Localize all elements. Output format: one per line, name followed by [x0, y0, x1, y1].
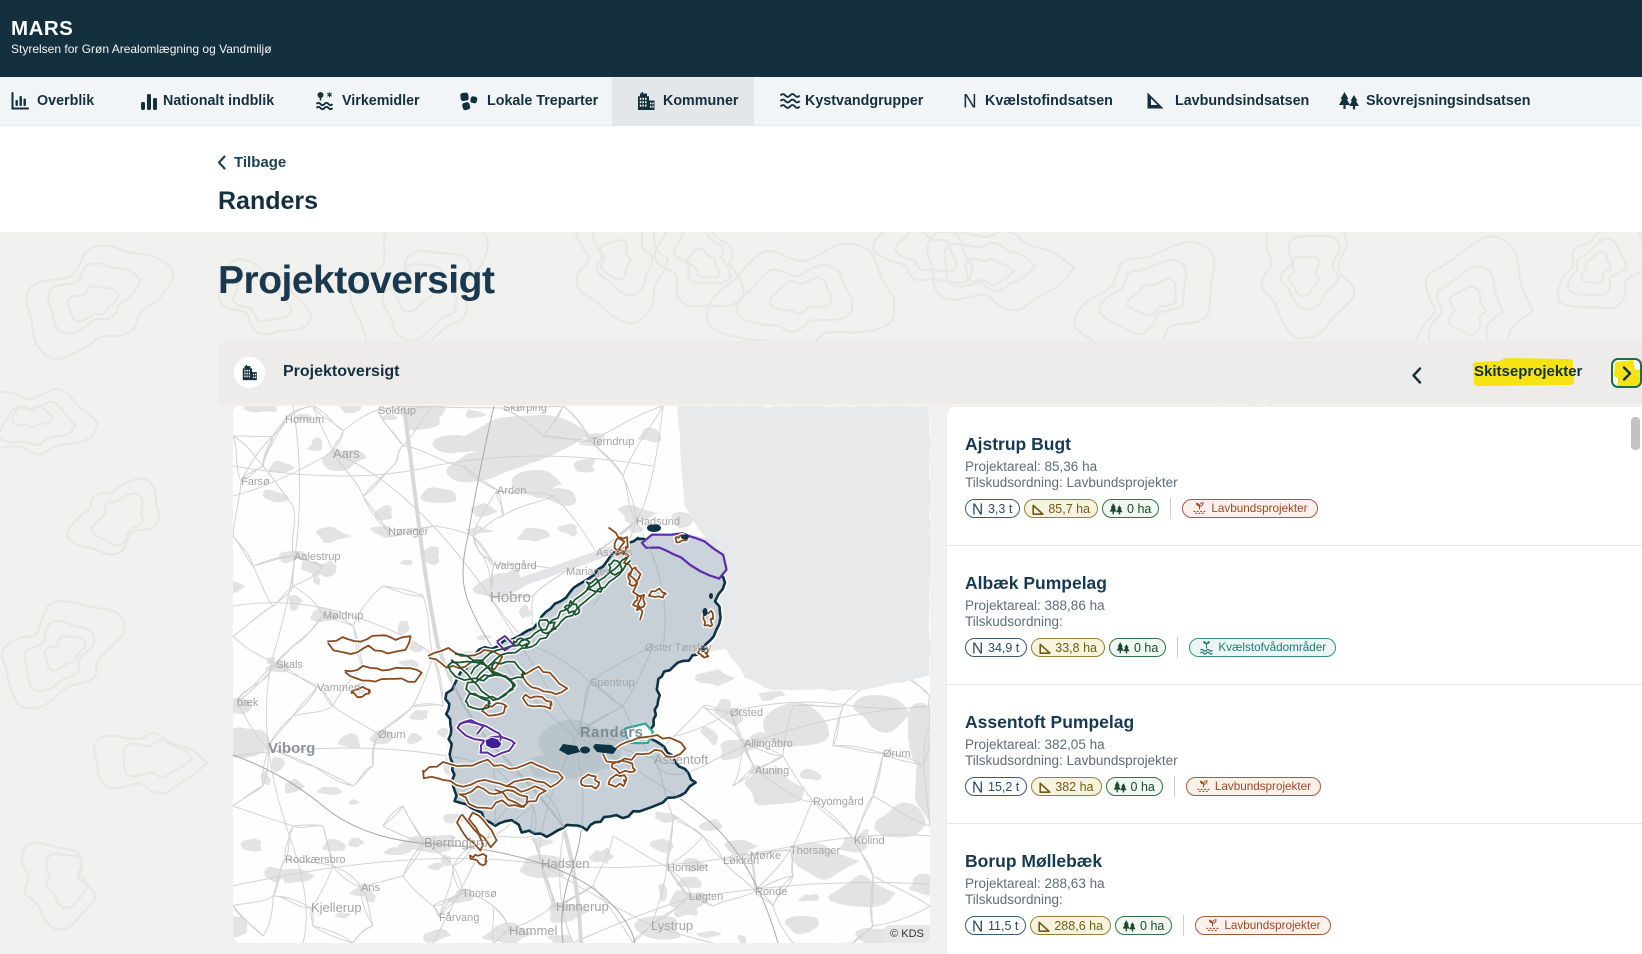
- svg-text:Randers: Randers: [580, 725, 644, 741]
- svg-text:Hornslet: Hornslet: [667, 862, 708, 874]
- svg-text:Spentrup: Spentrup: [590, 677, 635, 689]
- svg-text:Assentoft: Assentoft: [654, 752, 709, 767]
- svg-text:Skals: Skals: [276, 659, 303, 671]
- svg-text:N: N: [972, 501, 983, 517]
- svg-text:Hadsund: Hadsund: [636, 516, 680, 528]
- svg-text:Mariager: Mariager: [566, 566, 610, 578]
- svg-text:Nørager: Nørager: [388, 526, 429, 538]
- svg-text:Thorsager: Thorsager: [790, 845, 840, 857]
- svg-text:Ørsted: Ørsted: [730, 707, 763, 719]
- svg-text:N: N: [963, 92, 977, 112]
- svg-text:Hadsten: Hadsten: [541, 856, 589, 871]
- svg-text:Bjerringbro: Bjerringbro: [424, 835, 488, 850]
- svg-text:Hammel: Hammel: [509, 923, 558, 938]
- svg-text:Soldrup: Soldrup: [378, 406, 416, 417]
- svg-text:Rodkærsbro: Rodkærsbro: [285, 854, 346, 866]
- svg-text:Viborg: Viborg: [268, 740, 315, 757]
- svg-text:Ans: Ans: [361, 882, 380, 894]
- svg-text:Allingåbro: Allingåbro: [744, 738, 793, 750]
- svg-text:Hornum: Hornum: [285, 414, 324, 426]
- svg-text:bæk: bæk: [237, 697, 259, 709]
- svg-text:Aalestrup: Aalestrup: [294, 551, 340, 563]
- svg-text:Skørping: Skørping: [503, 406, 547, 414]
- svg-text:Kjellerup: Kjellerup: [311, 900, 362, 915]
- svg-text:Aars: Aars: [333, 446, 360, 461]
- svg-text:Ryomgård: Ryomgård: [813, 796, 864, 808]
- svg-text:N: N: [972, 779, 983, 795]
- svg-text:Lystrup: Lystrup: [651, 918, 693, 933]
- svg-text:Ronde: Ronde: [755, 886, 787, 898]
- svg-text:Terndrup: Terndrup: [591, 436, 634, 448]
- svg-text:Hobro: Hobro: [490, 589, 531, 606]
- svg-text:Hinnerup: Hinnerup: [556, 899, 609, 914]
- svg-text:Farsø: Farsø: [241, 476, 270, 488]
- svg-text:Fårvang: Fårvang: [439, 912, 479, 924]
- svg-text:Valsgård: Valsgård: [494, 560, 537, 572]
- svg-text:Auning: Auning: [755, 765, 789, 777]
- svg-text:Ørum: Ørum: [378, 729, 406, 741]
- svg-text:N: N: [972, 640, 983, 656]
- svg-text:Mørke: Mørke: [750, 850, 781, 862]
- svg-text:Kolind: Kolind: [854, 835, 885, 847]
- svg-text:Arden: Arden: [497, 485, 526, 497]
- svg-text:Vammen: Vammen: [317, 682, 360, 694]
- svg-text:Thorsø: Thorsø: [462, 888, 497, 900]
- svg-text:N: N: [972, 918, 983, 934]
- svg-text:Assens: Assens: [596, 547, 633, 559]
- svg-text:Løgten: Løgten: [689, 891, 723, 903]
- svg-text:Ørum: Ørum: [883, 748, 911, 760]
- svg-text:Øster Tørslev: Øster Tørslev: [645, 642, 712, 654]
- svg-text:Møldrup: Møldrup: [323, 610, 363, 622]
